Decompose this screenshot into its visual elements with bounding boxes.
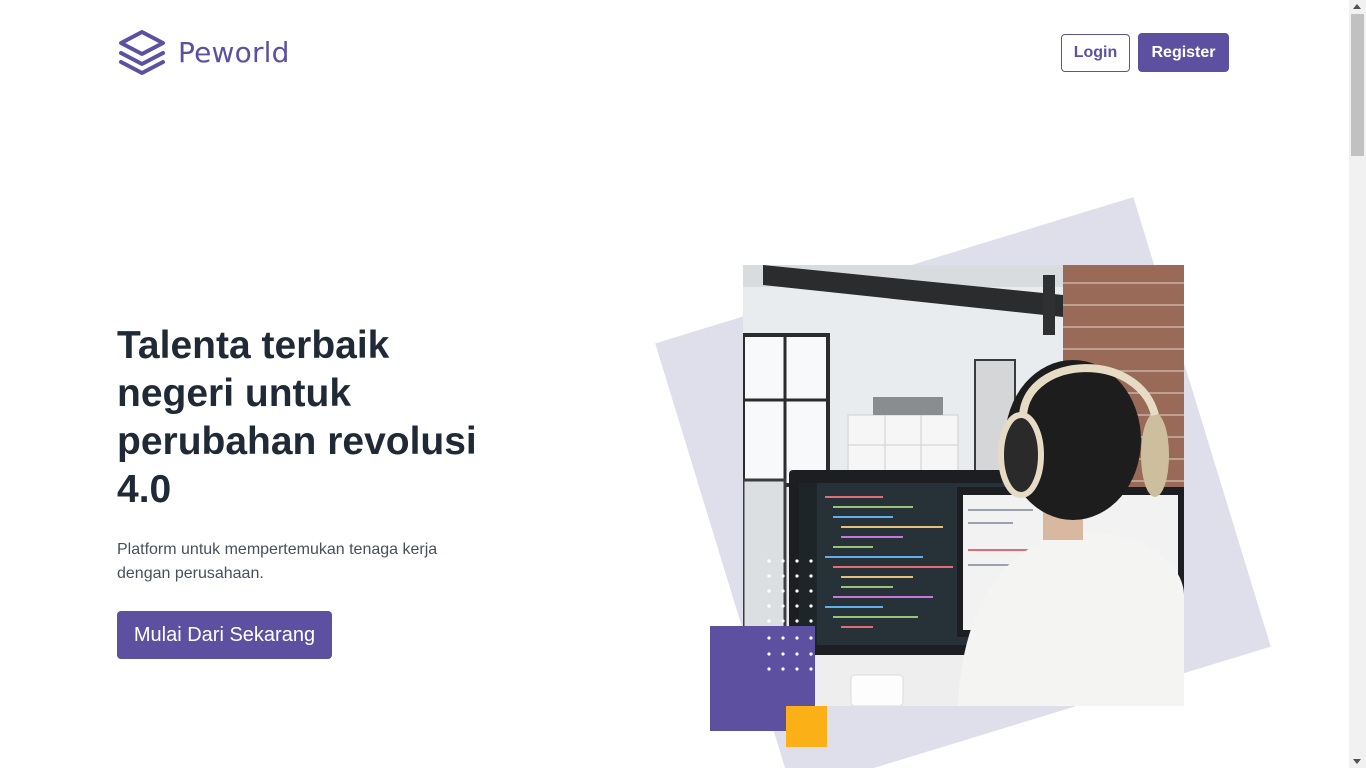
brand-name: Peworld xyxy=(178,35,290,69)
scroll-down-icon[interactable] xyxy=(1353,759,1361,764)
get-started-button[interactable]: Mulai Dari Sekarang xyxy=(117,611,332,659)
hero-subtitle: Platform untuk mempertemukan tenaga kerj… xyxy=(117,541,438,582)
hero-title: Talenta terbaik negeri untuk perubahan r… xyxy=(117,324,477,511)
brand-logo[interactable]: Peworld xyxy=(118,28,290,76)
scrollbar-thumb[interactable] xyxy=(1351,14,1364,156)
register-button[interactable]: Register xyxy=(1138,33,1229,72)
layers-icon xyxy=(119,30,165,75)
page-scrollbar[interactable] xyxy=(1349,0,1366,768)
decor-dot-grid xyxy=(767,559,813,671)
decor-yellow-square xyxy=(786,706,827,747)
scroll-up-icon[interactable] xyxy=(1353,4,1361,9)
login-button[interactable]: Login xyxy=(1061,34,1130,72)
